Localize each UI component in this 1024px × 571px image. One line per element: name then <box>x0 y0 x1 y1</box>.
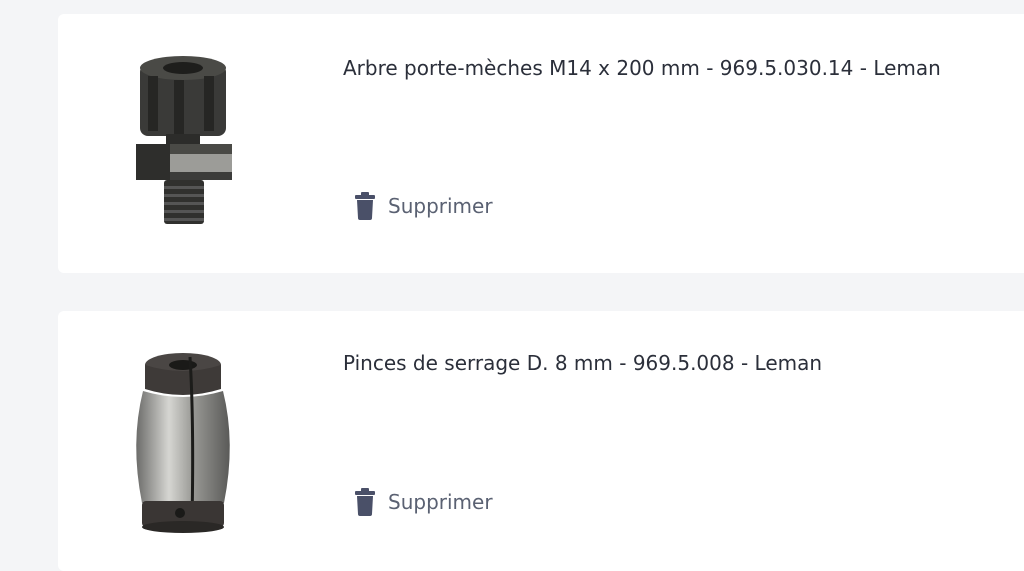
remove-label: Supprimer <box>388 194 493 218</box>
cart-item-card: Pinces de serrage D. 8 mm - 969.5.008 - … <box>58 311 1024 571</box>
trash-icon <box>355 192 375 220</box>
remove-button[interactable]: Supprimer <box>354 192 493 220</box>
remove-label: Supprimer <box>388 490 493 514</box>
product-title-link[interactable]: Arbre porte-mèches M14 x 200 mm - 969.5.… <box>343 56 941 80</box>
product-image[interactable] <box>118 343 248 543</box>
product-title-link[interactable]: Pinces de serrage D. 8 mm - 969.5.008 - … <box>343 351 822 375</box>
trash-icon <box>355 488 375 516</box>
product-image[interactable] <box>118 46 248 246</box>
cart-item-card: Arbre porte-mèches M14 x 200 mm - 969.5.… <box>58 14 1024 273</box>
remove-button[interactable]: Supprimer <box>354 488 493 516</box>
